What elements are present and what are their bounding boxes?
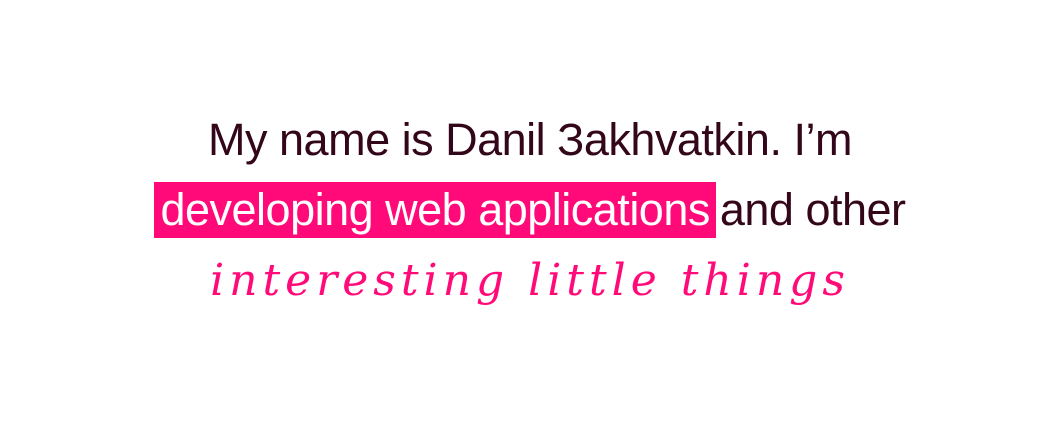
continuation-text: and other <box>719 184 906 235</box>
intro-line: My name is Danil Заkhvatkin. I’m <box>208 114 852 165</box>
highlight-line: developing web applications and other <box>0 182 1060 238</box>
hero-section: My name is Danil Заkhvatkin. I’m develop… <box>0 0 1060 430</box>
tagline: interesting little things <box>210 255 850 306</box>
highlighted-phrase: developing web applications <box>154 182 716 238</box>
